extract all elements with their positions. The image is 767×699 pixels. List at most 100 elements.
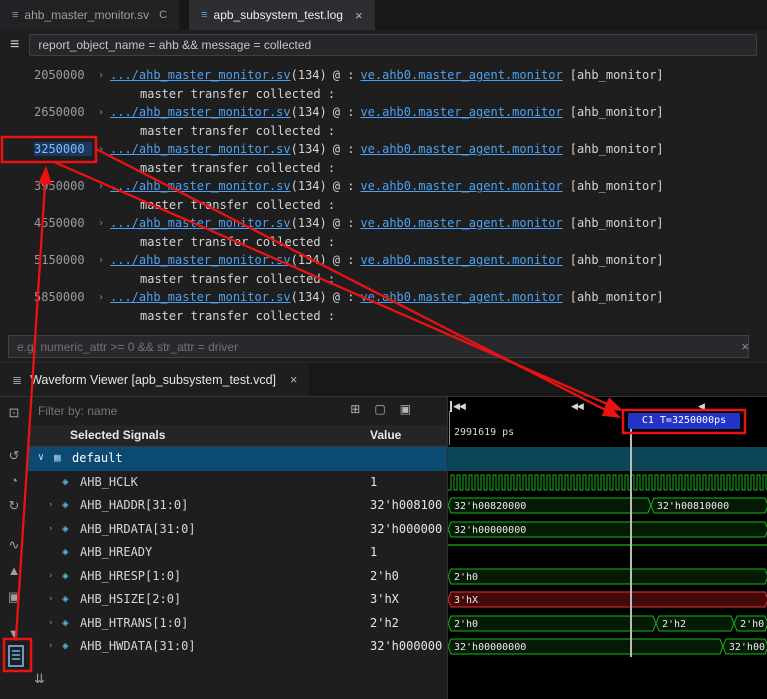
chevron-right-icon[interactable]: › xyxy=(48,641,53,651)
expand-icon[interactable]: › xyxy=(92,70,110,81)
log-scope-link[interactable]: ve.ahb0.master_agent.monitor xyxy=(360,253,562,267)
waveform-canvas[interactable]: 2991619 ps C1 T=3250000ps ◀◀ ◀◀ ◀ 32'h0082… xyxy=(447,397,767,699)
signal-group-row[interactable]: ∨ ▦ default xyxy=(28,447,447,471)
expand-icon[interactable]: › xyxy=(92,292,110,303)
log-timestamp[interactable]: 3250000 xyxy=(34,142,92,157)
log-filter-input[interactable] xyxy=(29,34,757,56)
chevron-right-icon[interactable]: › xyxy=(48,500,53,510)
tab-waveform-viewer[interactable]: ≣ Waveform Viewer [apb_subsystem_test.vc… xyxy=(0,363,310,396)
log-message: master transfer collected : xyxy=(140,308,336,323)
analog-wave-icon[interactable]: ∿ xyxy=(4,537,24,553)
wave-row-AHB_HREADY xyxy=(448,544,767,546)
log-scope-link[interactable]: ve.ahb0.master_agent.monitor xyxy=(360,68,562,82)
signal-row[interactable]: › ◈ AHB_HTRANS[1:0] 2'h2 xyxy=(28,612,447,636)
log-line-number: (134) xyxy=(290,68,327,83)
expand-icon[interactable]: › xyxy=(92,218,110,229)
menu-icon[interactable]: ≡ xyxy=(10,36,19,54)
log-timestamp[interactable]: 5850000 xyxy=(34,290,92,304)
tab-label: ahb_master_monitor.sv xyxy=(24,8,150,22)
log-file-link[interactable]: .../ahb_master_monitor.sv xyxy=(110,253,291,267)
log-timestamp[interactable]: 3950000 xyxy=(34,179,92,193)
cursor1-line[interactable] xyxy=(630,429,632,657)
log-message: master transfer collected : xyxy=(140,234,336,249)
signal-name: AHB_HADDR[31:0] xyxy=(80,498,189,512)
sync-icon[interactable]: ↻ xyxy=(4,498,24,514)
expand-icon[interactable]: › xyxy=(92,144,110,155)
log-scope-link[interactable]: ve.ahb0.master_agent.monitor xyxy=(360,216,562,230)
refresh-icon[interactable]: ↺ xyxy=(4,448,24,464)
waveform-panel: ⊡↺◔↻∿▲▣▼ ↥ ⇊ ⊞▢▣ Selected Signals Value … xyxy=(0,396,767,699)
signal-row[interactable]: › ◈ AHB_HRESP[1:0] 2'h0 xyxy=(28,565,447,589)
log-file-link[interactable]: .../ahb_master_monitor.sv xyxy=(110,105,291,119)
signal-row[interactable]: › ◈ AHB_HADDR[31:0] 32'h008100 xyxy=(28,494,447,518)
grid-view-icon[interactable]: ▣ xyxy=(4,589,24,605)
log-timestamp[interactable]: 2650000 xyxy=(34,105,92,119)
wave-row-AHB_HCLK xyxy=(448,474,767,490)
signal-table-header: Selected Signals Value xyxy=(28,425,447,447)
close-tab-icon[interactable]: × xyxy=(355,8,363,23)
chevron-down-icon[interactable]: ∨ xyxy=(38,452,44,463)
signal-name: AHB_HWDATA[31:0] xyxy=(80,639,196,653)
timeline-marker[interactable]: ◀◀ xyxy=(571,401,584,412)
chevron-right-icon[interactable]: › xyxy=(48,618,53,628)
wave-row-AHB_HTRANS: 2'h0 2'h2 2'h0 xyxy=(448,615,767,631)
log-tag: [ahb_monitor] xyxy=(569,142,664,157)
tab-apb-subsystem-test-log[interactable]: ≡ apb_subsystem_test.log × xyxy=(189,0,375,30)
log-line-number: (134) xyxy=(290,216,327,231)
signal-filter-input[interactable] xyxy=(34,401,294,421)
log-scope-link[interactable]: ve.ahb0.master_agent.monitor xyxy=(360,142,562,156)
log-timestamp[interactable]: 2050000 xyxy=(34,68,92,82)
svg-text:2'h0: 2'h0 xyxy=(740,619,764,630)
chevron-right-icon[interactable]: › xyxy=(48,594,53,604)
log-separator: @ : xyxy=(332,142,355,157)
log-file-link[interactable]: .../ahb_master_monitor.sv xyxy=(110,290,291,304)
log-file-link[interactable]: .../ahb_master_monitor.sv xyxy=(110,68,291,82)
log-file-link[interactable]: .../ahb_master_monitor.sv xyxy=(110,179,291,193)
log-scope-link[interactable]: ve.ahb0.master_agent.monitor xyxy=(360,105,562,119)
log-line-number: (134) xyxy=(290,105,327,120)
wave-rows: 32'h00820000 32'h00810000 32'h00000000 2'h0… xyxy=(448,447,767,659)
chevron-right-icon[interactable]: › xyxy=(48,571,53,581)
log-timestamp[interactable]: 5150000 xyxy=(34,253,92,267)
log-file-link[interactable]: .../ahb_master_monitor.sv xyxy=(110,216,291,230)
add-group-icon[interactable]: ⊞ xyxy=(350,402,360,416)
log-file-link[interactable]: .../ahb_master_monitor.sv xyxy=(110,142,291,156)
group-wave-band xyxy=(448,447,767,471)
signal-icon: ◈ xyxy=(62,639,69,652)
expand-icon[interactable]: › xyxy=(92,255,110,266)
tab-ahb-master-monitor[interactable]: ≡ ahb_master_monitor.sv C xyxy=(0,0,180,30)
log-line-number: (134) xyxy=(290,179,327,194)
copy-signals-icon[interactable]: ▢ xyxy=(374,402,385,416)
save-view-icon[interactable]: ⊡ xyxy=(4,405,24,421)
timeline-marker[interactable]: ◀ xyxy=(698,401,705,412)
vscode-window: ≡ ahb_master_monitor.sv C ≡ apb_subsyste… xyxy=(0,0,767,699)
signal-row[interactable]: › ◈ AHB_HSIZE[2:0] 3'hX xyxy=(28,588,447,612)
expand-icon[interactable]: › xyxy=(92,107,110,118)
log-entry: 5850000 › .../ahb_master_monitor.sv (134) @ … xyxy=(0,288,767,307)
log-timestamp[interactable]: 4550000 xyxy=(34,216,92,230)
scroll-up-icon[interactable]: ▲ xyxy=(4,563,24,578)
clear-filter-icon[interactable]: × xyxy=(741,339,749,354)
chevron-right-icon[interactable]: › xyxy=(48,524,53,534)
close-panel-icon[interactable]: × xyxy=(290,373,297,387)
log-scope-link[interactable]: ve.ahb0.master_agent.monitor xyxy=(360,179,562,193)
column-value: Value xyxy=(370,428,402,442)
signal-row[interactable]: › ◈ AHB_HWDATA[31:0] 32'h000000 xyxy=(28,635,447,659)
signal-row[interactable]: ◈ AHB_HREADY 1 xyxy=(28,541,447,565)
duplicate-signals-icon[interactable]: ▣ xyxy=(400,402,411,416)
expand-icon[interactable]: › xyxy=(92,181,110,192)
attribute-filter-input[interactable] xyxy=(8,335,749,358)
signal-row[interactable]: › ◈ AHB_HRDATA[31:0] 32'h000000 xyxy=(28,518,447,542)
signal-value: 2'h2 xyxy=(370,615,399,630)
cursor1-flag[interactable]: C1 T=3250000ps xyxy=(628,413,740,429)
log-filter-bar: ≡ xyxy=(0,30,767,60)
log-tag: [ahb_monitor] xyxy=(569,105,664,120)
scroll-down-icon[interactable]: ▼ xyxy=(4,626,24,641)
signal-row[interactable]: ◈ AHB_HCLK 1 xyxy=(28,471,447,495)
log-message: master transfer collected : xyxy=(140,197,336,212)
history-icon[interactable]: ◔ xyxy=(4,473,24,488)
log-scope-link[interactable]: ve.ahb0.master_agent.monitor xyxy=(360,290,562,304)
report-log-icon[interactable] xyxy=(6,643,26,669)
log-separator: @ : xyxy=(332,253,355,268)
timeline-marker[interactable]: ◀◀ xyxy=(450,401,466,412)
